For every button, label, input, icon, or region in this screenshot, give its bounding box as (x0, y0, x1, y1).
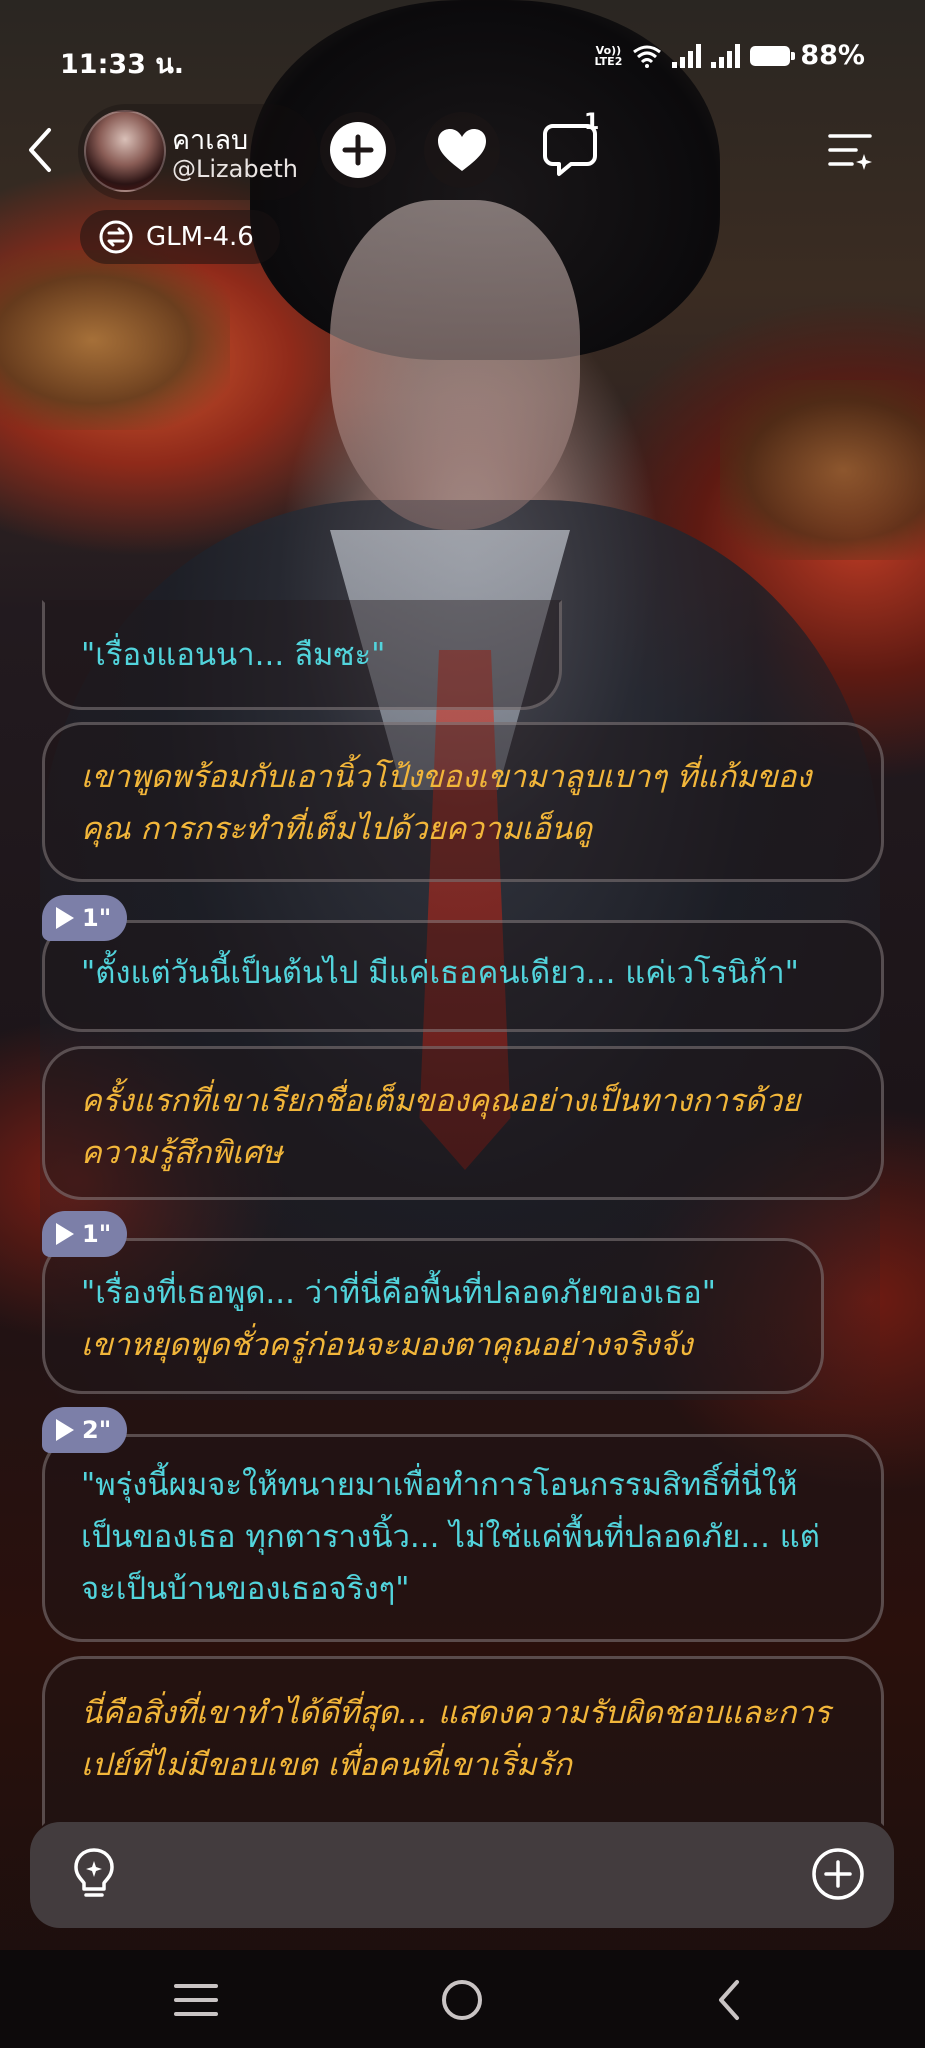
voice-play-button[interactable]: 1" (42, 895, 128, 941)
voice-duration: 2" (82, 1416, 112, 1444)
message-bubble[interactable]: นี่คือสิ่งที่เขาทำได้ดีที่สุด... แสดงควา… (42, 1656, 884, 1826)
composer-add-button[interactable] (808, 1844, 868, 1904)
nav-home-button[interactable] (422, 1970, 502, 2030)
chat-thread: "เรื่องแอนนา... ลืมซะ" เขาพูดพร้อมกับเอา… (0, 0, 925, 2048)
nav-recents-button[interactable] (156, 1970, 236, 2030)
message-bubble[interactable]: ครั้งแรกที่เขาเรียกชื่อเต็มของคุณอย่างเป… (42, 1046, 884, 1200)
system-nav-bar (0, 1950, 925, 2048)
message-bubble[interactable]: เขาพูดพร้อมกับเอานิ้วโป้งของเขามาลูบเบาๆ… (42, 722, 884, 882)
voice-duration: 1" (82, 904, 112, 932)
message-narration: ครั้งแรกที่เขาเรียกชื่อเต็มของคุณอย่างเป… (81, 1083, 801, 1171)
chevron-left-icon (719, 1980, 739, 2020)
message-composer[interactable] (30, 1822, 894, 1928)
message-bubble[interactable]: "พรุ่งนี้ผมจะให้ทนายมาเพื่อทำการโอนกรรมส… (42, 1434, 884, 1642)
message-speech: "พรุ่งนี้ผมจะให้ทนายมาเพื่อทำการโอนกรรมส… (81, 1467, 820, 1607)
message-bubble[interactable]: "ตั้งแต่วันนี้เป็นต้นไป มีแค่เธอคนเดียว.… (42, 920, 884, 1032)
message-speech: "เรื่องแอนนา... ลืมซะ" (81, 637, 386, 673)
hint-button[interactable] (64, 1844, 124, 1904)
voice-duration: 1" (82, 1220, 112, 1248)
message-speech: "ตั้งแต่วันนี้เป็นต้นไป มีแค่เธอคนเดียว.… (81, 955, 799, 991)
voice-play-button[interactable]: 2" (42, 1407, 128, 1453)
plus-circle-icon (812, 1848, 864, 1900)
chat-screen: 11:33 น. Vo)) LTE2 88% คาเลบ @Lizabeth 1… (0, 0, 925, 2048)
play-icon (56, 907, 74, 929)
message-bubble[interactable]: "เรื่องแอนนา... ลืมซะ" (42, 600, 562, 710)
nav-back-button[interactable] (688, 1970, 768, 2030)
menu-lines-icon (174, 1984, 218, 2016)
play-icon (56, 1419, 74, 1441)
play-icon (56, 1223, 74, 1245)
message-narration: เขาพูดพร้อมกับเอานิ้วโป้งของเขามาลูบเบาๆ… (81, 759, 812, 847)
lightbulb-icon (74, 1848, 114, 1897)
message-speech: "เรื่องที่เธอพูด... ว่าที่นี่คือพื้นที่ป… (81, 1275, 717, 1311)
message-narration: นี่คือสิ่งที่เขาทำได้ดีที่สุด... แสดงควา… (81, 1695, 831, 1783)
message-bubble[interactable]: "เรื่องที่เธอพูด... ว่าที่นี่คือพื้นที่ป… (42, 1238, 824, 1394)
home-circle-icon (442, 1980, 482, 2020)
voice-play-button[interactable]: 1" (42, 1211, 128, 1257)
message-narration: เขาหยุดพูดชั่วครู่ก่อนจะมองตาคุณอย่างจริ… (81, 1327, 693, 1363)
